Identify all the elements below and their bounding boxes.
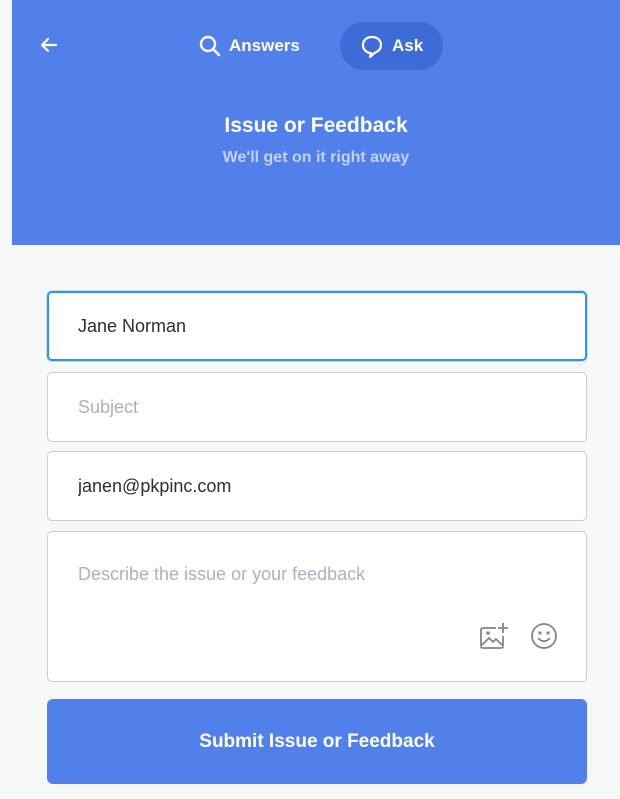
chat-bubble-icon: [360, 34, 384, 58]
page-subtitle: We'll get on it right away: [222, 149, 410, 166]
email-field[interactable]: [47, 451, 587, 521]
tab-ask[interactable]: Ask: [340, 22, 444, 70]
page-title: Issue or Feedback: [224, 114, 408, 137]
name-field[interactable]: [47, 291, 587, 361]
back-button[interactable]: [34, 30, 64, 60]
tab-answers-label: Answers: [229, 36, 300, 55]
search-icon: [199, 35, 221, 57]
tab-answers[interactable]: Answers: [179, 22, 320, 70]
description-toolbar: [478, 620, 560, 652]
description-field[interactable]: [47, 531, 587, 682]
header-banner: Answers Ask Issue or Feedback We'll get …: [12, 0, 620, 245]
arrow-left-icon: [40, 37, 58, 53]
tab-ask-label: Ask: [392, 36, 424, 55]
add-image-icon[interactable]: [478, 620, 510, 652]
emoji-icon[interactable]: [528, 620, 560, 652]
subject-field[interactable]: [47, 372, 587, 442]
submit-button[interactable]: Submit Issue or Feedback: [47, 699, 587, 784]
